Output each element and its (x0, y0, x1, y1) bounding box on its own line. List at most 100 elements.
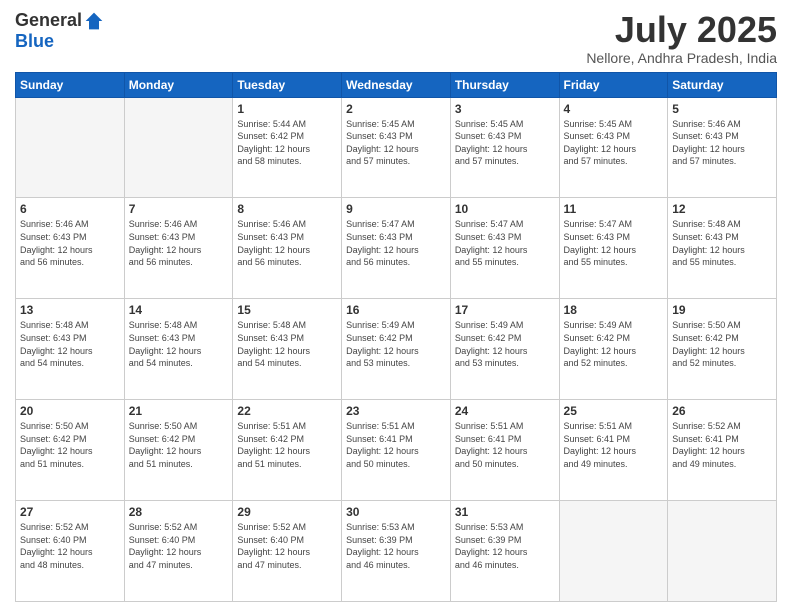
day-number: 15 (237, 303, 337, 317)
day-number: 9 (346, 202, 446, 216)
calendar-cell: 15 Sunrise: 5:48 AM Sunset: 6:43 PM Dayli… (233, 299, 342, 400)
title-block: July 2025 Nellore, Andhra Pradesh, India (586, 10, 777, 66)
calendar-cell (668, 501, 777, 602)
calendar-cell: 8Sunrise: 5:46 AM Sunset: 6:43 PM Daylig… (233, 198, 342, 299)
calendar-week-row: 20 Sunrise: 5:50 AM Sunset: 6:42 PM Dayli… (16, 400, 777, 501)
calendar-cell: 5Sunrise: 5:46 AM Sunset: 6:43 PM Daylig… (668, 97, 777, 198)
day-info: Sunrise: 5:52 AM Sunset: 6:40 PM Dayligh… (237, 521, 337, 571)
day-number: 5 (672, 102, 772, 116)
day-number: 1 (237, 102, 337, 116)
calendar-cell: 30Sunrise: 5:53 AM Sunset: 6:39 PM Dayli… (342, 501, 451, 602)
calendar-cell: 20 Sunrise: 5:50 AM Sunset: 6:42 PM Dayli… (16, 400, 125, 501)
calendar-cell: 31 Sunrise: 5:53 AM Sunset: 6:39 PM Dayli… (450, 501, 559, 602)
day-info: Sunrise: 5:48 AM Sunset: 6:43 PM Dayligh… (20, 319, 120, 369)
day-number: 3 (455, 102, 555, 116)
calendar-week-row: 6Sunrise: 5:46 AM Sunset: 6:43 PM Daylig… (16, 198, 777, 299)
day-number: 27 (20, 505, 120, 519)
day-number: 13 (20, 303, 120, 317)
day-info: Sunrise: 5:51 AM Sunset: 6:42 PM Dayligh… (237, 420, 337, 470)
col-monday: Monday (124, 72, 233, 97)
calendar-cell: 2Sunrise: 5:45 AM Sunset: 6:43 PM Daylig… (342, 97, 451, 198)
logo-icon (84, 11, 104, 31)
day-info: Sunrise: 5:44 AM Sunset: 6:42 PM Dayligh… (237, 118, 337, 168)
day-number: 17 (455, 303, 555, 317)
day-number: 19 (672, 303, 772, 317)
day-info: Sunrise: 5:47 AM Sunset: 6:43 PM Dayligh… (564, 218, 664, 268)
calendar-cell: 28 Sunrise: 5:52 AM Sunset: 6:40 PM Dayli… (124, 501, 233, 602)
calendar-cell: 26 Sunrise: 5:52 AM Sunset: 6:41 PM Dayli… (668, 400, 777, 501)
day-number: 2 (346, 102, 446, 116)
col-thursday: Thursday (450, 72, 559, 97)
day-number: 4 (564, 102, 664, 116)
day-info: Sunrise: 5:46 AM Sunset: 6:43 PM Dayligh… (129, 218, 229, 268)
calendar-cell: 10 Sunrise: 5:47 AM Sunset: 6:43 PM Dayli… (450, 198, 559, 299)
calendar-cell (16, 97, 125, 198)
day-number: 7 (129, 202, 229, 216)
calendar-cell: 17Sunrise: 5:49 AM Sunset: 6:42 PM Dayli… (450, 299, 559, 400)
calendar-table: Sunday Monday Tuesday Wednesday Thursday… (15, 72, 777, 602)
day-number: 26 (672, 404, 772, 418)
day-info: Sunrise: 5:51 AM Sunset: 6:41 PM Dayligh… (346, 420, 446, 470)
calendar-cell: 9 Sunrise: 5:47 AM Sunset: 6:43 PM Daylig… (342, 198, 451, 299)
calendar-cell: 14 Sunrise: 5:48 AM Sunset: 6:43 PM Dayli… (124, 299, 233, 400)
day-info: Sunrise: 5:49 AM Sunset: 6:42 PM Dayligh… (564, 319, 664, 369)
day-number: 28 (129, 505, 229, 519)
day-number: 25 (564, 404, 664, 418)
day-info: Sunrise: 5:48 AM Sunset: 6:43 PM Dayligh… (237, 319, 337, 369)
calendar-week-row: 27 Sunrise: 5:52 AM Sunset: 6:40 PM Dayli… (16, 501, 777, 602)
day-info: Sunrise: 5:51 AM Sunset: 6:41 PM Dayligh… (564, 420, 664, 470)
month-title: July 2025 (586, 10, 777, 50)
calendar-cell: 16 Sunrise: 5:49 AM Sunset: 6:42 PM Dayli… (342, 299, 451, 400)
calendar-cell: 27 Sunrise: 5:52 AM Sunset: 6:40 PM Dayli… (16, 501, 125, 602)
day-info: Sunrise: 5:49 AM Sunset: 6:42 PM Dayligh… (346, 319, 446, 369)
day-number: 8 (237, 202, 337, 216)
calendar-cell (559, 501, 668, 602)
day-number: 22 (237, 404, 337, 418)
calendar-week-row: 1 Sunrise: 5:44 AM Sunset: 6:42 PM Daylig… (16, 97, 777, 198)
calendar-cell: 19Sunrise: 5:50 AM Sunset: 6:42 PM Dayli… (668, 299, 777, 400)
col-friday: Friday (559, 72, 668, 97)
day-info: Sunrise: 5:50 AM Sunset: 6:42 PM Dayligh… (129, 420, 229, 470)
day-info: Sunrise: 5:50 AM Sunset: 6:42 PM Dayligh… (20, 420, 120, 470)
calendar-cell: 4 Sunrise: 5:45 AM Sunset: 6:43 PM Daylig… (559, 97, 668, 198)
calendar-cell: 21Sunrise: 5:50 AM Sunset: 6:42 PM Dayli… (124, 400, 233, 501)
calendar-cell: 22 Sunrise: 5:51 AM Sunset: 6:42 PM Dayli… (233, 400, 342, 501)
day-number: 31 (455, 505, 555, 519)
day-info: Sunrise: 5:47 AM Sunset: 6:43 PM Dayligh… (346, 218, 446, 268)
day-info: Sunrise: 5:52 AM Sunset: 6:41 PM Dayligh… (672, 420, 772, 470)
calendar-cell: 29 Sunrise: 5:52 AM Sunset: 6:40 PM Dayli… (233, 501, 342, 602)
calendar-cell: 12 Sunrise: 5:48 AM Sunset: 6:43 PM Dayli… (668, 198, 777, 299)
day-number: 10 (455, 202, 555, 216)
calendar-header-row: Sunday Monday Tuesday Wednesday Thursday… (16, 72, 777, 97)
page: General Blue July 2025 Nellore, Andhra P… (0, 0, 792, 612)
calendar-cell: 18 Sunrise: 5:49 AM Sunset: 6:42 PM Dayli… (559, 299, 668, 400)
day-info: Sunrise: 5:52 AM Sunset: 6:40 PM Dayligh… (20, 521, 120, 571)
day-number: 16 (346, 303, 446, 317)
location: Nellore, Andhra Pradesh, India (586, 50, 777, 66)
day-number: 18 (564, 303, 664, 317)
day-info: Sunrise: 5:47 AM Sunset: 6:43 PM Dayligh… (455, 218, 555, 268)
col-sunday: Sunday (16, 72, 125, 97)
col-saturday: Saturday (668, 72, 777, 97)
day-info: Sunrise: 5:53 AM Sunset: 6:39 PM Dayligh… (455, 521, 555, 571)
day-info: Sunrise: 5:48 AM Sunset: 6:43 PM Dayligh… (129, 319, 229, 369)
day-info: Sunrise: 5:45 AM Sunset: 6:43 PM Dayligh… (455, 118, 555, 168)
day-number: 29 (237, 505, 337, 519)
calendar-cell: 6Sunrise: 5:46 AM Sunset: 6:43 PM Daylig… (16, 198, 125, 299)
calendar-cell (124, 97, 233, 198)
day-number: 20 (20, 404, 120, 418)
calendar-cell: 3 Sunrise: 5:45 AM Sunset: 6:43 PM Daylig… (450, 97, 559, 198)
day-number: 12 (672, 202, 772, 216)
logo-blue: Blue (15, 31, 54, 51)
calendar-week-row: 13 Sunrise: 5:48 AM Sunset: 6:43 PM Dayli… (16, 299, 777, 400)
day-info: Sunrise: 5:52 AM Sunset: 6:40 PM Dayligh… (129, 521, 229, 571)
calendar-cell: 11 Sunrise: 5:47 AM Sunset: 6:43 PM Dayli… (559, 198, 668, 299)
day-number: 30 (346, 505, 446, 519)
day-number: 24 (455, 404, 555, 418)
day-number: 11 (564, 202, 664, 216)
logo: General Blue (15, 10, 104, 52)
day-info: Sunrise: 5:48 AM Sunset: 6:43 PM Dayligh… (672, 218, 772, 268)
day-number: 23 (346, 404, 446, 418)
day-number: 14 (129, 303, 229, 317)
day-info: Sunrise: 5:45 AM Sunset: 6:43 PM Dayligh… (564, 118, 664, 168)
